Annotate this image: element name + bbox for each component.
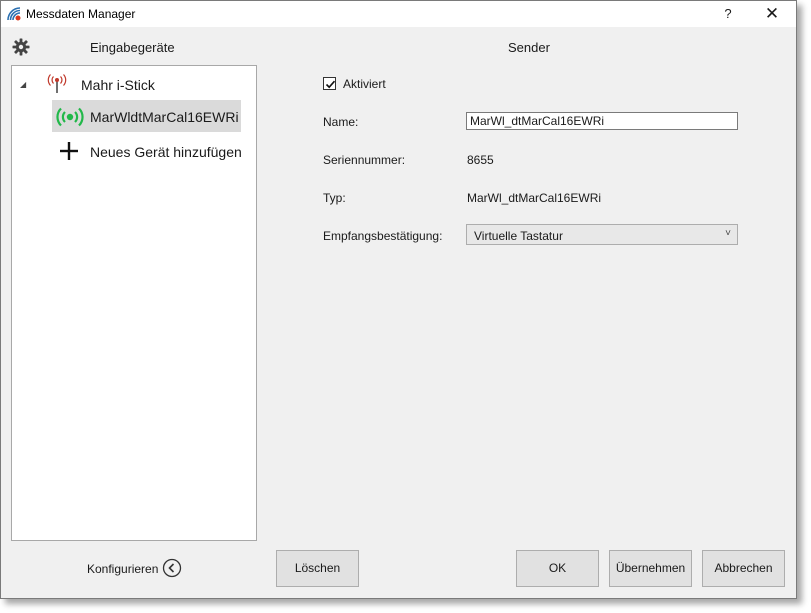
gear-icon[interactable] (12, 38, 30, 56)
window-title: Messdaten Manager (26, 7, 136, 21)
device-tree: ◢ Mahr i-Stick MarWldtMarCal16EWRi Neues… (11, 65, 257, 541)
wireless-signal-icon (56, 107, 84, 127)
input-devices-title: Eingabegeräte (90, 40, 175, 55)
tree-node-mahr-i-stick[interactable]: Mahr i-Stick (81, 77, 155, 93)
checkmark-icon (325, 80, 336, 89)
chevron-left-circle-icon[interactable] (162, 558, 182, 578)
serial-number-label: Seriennummer: (323, 153, 406, 167)
configure-link[interactable]: Konfigurieren (87, 562, 158, 576)
help-button[interactable]: ? (717, 4, 739, 24)
acknowledgment-label: Empfangsbestätigung: (323, 229, 443, 243)
add-new-device-item[interactable]: Neues Gerät hinzufügen (90, 144, 242, 160)
acknowledgment-dropdown[interactable]: Virtuelle Tastatur ˅ (466, 224, 738, 245)
name-label: Name: (323, 115, 359, 129)
acknowledgment-selected-value: Virtuelle Tastatur (474, 229, 563, 243)
close-button[interactable]: ✕ (759, 3, 785, 25)
wireless-signal-icon (7, 7, 21, 21)
enabled-label: Aktiviert (343, 77, 386, 91)
apply-button[interactable]: Übernehmen (609, 550, 692, 587)
name-field[interactable] (466, 112, 738, 130)
type-label: Typ: (323, 191, 346, 205)
enabled-checkbox[interactable] (323, 77, 336, 90)
delete-button[interactable]: Löschen (276, 550, 359, 587)
chevron-down-icon: ˅ (725, 228, 731, 239)
title-bar: Messdaten Manager ? ✕ (1, 1, 796, 27)
antenna-icon (47, 74, 67, 93)
ok-button[interactable]: OK (516, 550, 599, 587)
type-value: MarWl_dtMarCal16EWRi (467, 191, 602, 205)
messdaten-manager-window: Messdaten Manager ? ✕ Eingabegeräte ◢ Ma… (0, 0, 797, 599)
tree-node-device-label: MarWldtMarCal16EWRi (90, 109, 239, 125)
expand-collapse-icon[interactable]: ◢ (20, 80, 26, 89)
sender-title: Sender (508, 40, 550, 55)
serial-number-value: 8655 (467, 153, 494, 167)
plus-icon (60, 142, 78, 160)
cancel-button[interactable]: Abbrechen (702, 550, 785, 587)
